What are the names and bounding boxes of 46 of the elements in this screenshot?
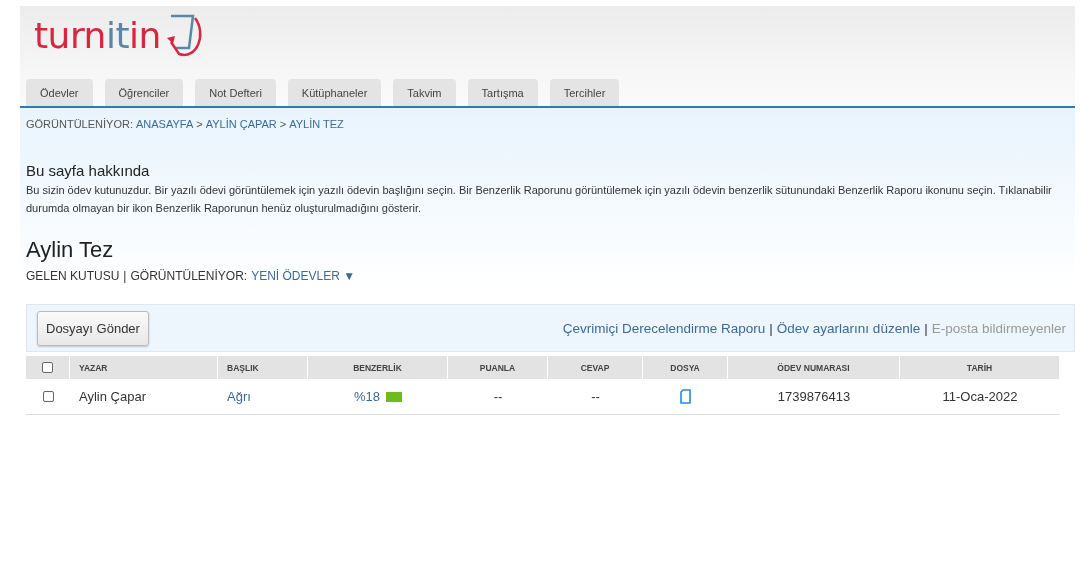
select-all-checkbox[interactable] bbox=[42, 362, 53, 373]
inbox-label: GELEN KUTUSU bbox=[26, 269, 120, 283]
nav-tab[interactable]: Ödevler bbox=[26, 79, 93, 106]
breadcrumb-link[interactable]: AYLİN ÇAPAR bbox=[205, 118, 277, 130]
column-header: BAŞLIK bbox=[218, 356, 308, 379]
column-header: ÖDEV NUMARASI bbox=[728, 356, 900, 379]
similarity-link[interactable]: %18 bbox=[354, 389, 380, 404]
file-icon[interactable] bbox=[680, 389, 691, 404]
logo-text: turn bbox=[34, 15, 106, 56]
viewing-dropdown[interactable]: YENİ ÖDEVLER ▼ bbox=[251, 269, 356, 283]
nav-tab[interactable]: Tercihler bbox=[549, 79, 620, 106]
nav-tab[interactable]: Kütüphaneler bbox=[287, 79, 382, 106]
viewing-label: GÖRÜNTÜLENİYOR: bbox=[130, 269, 248, 283]
breadcrumb-separator: > bbox=[196, 118, 203, 130]
link-separator: | bbox=[924, 321, 928, 336]
separator: | bbox=[123, 269, 127, 283]
logo-text: in bbox=[129, 15, 161, 56]
nav-tab[interactable]: Takvim bbox=[393, 79, 456, 106]
toolbar-link[interactable]: Çevrimiçi Derecelendirme Raporu bbox=[562, 321, 766, 336]
breadcrumb-link[interactable]: AYLİN TEZ bbox=[289, 118, 344, 130]
link-separator: | bbox=[769, 321, 773, 336]
breadcrumb-separator: > bbox=[279, 118, 287, 130]
nav-tab[interactable]: Not Defteri bbox=[195, 79, 276, 106]
submit-file-button[interactable]: Dosyayı Gönder bbox=[37, 311, 149, 346]
nav-tab[interactable]: Öğrenciler bbox=[104, 79, 184, 106]
table-cell: -- bbox=[548, 379, 643, 415]
about-title: Bu sayfa hakkında bbox=[26, 162, 151, 179]
table-cell: Aylin Çapar bbox=[70, 379, 218, 415]
breadcrumb-link[interactable]: ANASAYFA bbox=[135, 118, 194, 130]
breadcrumb-label: GÖRÜNTÜLENİYOR: bbox=[26, 118, 133, 130]
column-header: YAZAR bbox=[70, 356, 218, 379]
nav-tab[interactable]: Tartışma bbox=[467, 79, 538, 106]
table-cell: 11-Oca-2022 bbox=[900, 379, 1060, 415]
column-header: TARİH bbox=[900, 356, 1060, 379]
column-header: PUANLA bbox=[448, 356, 548, 379]
row-checkbox[interactable] bbox=[42, 391, 54, 402]
assignment-title: Aylin Tez bbox=[26, 237, 115, 263]
paper-title-link[interactable]: Ağrı bbox=[227, 389, 251, 404]
toolbar-link[interactable]: Ödev ayarlarını düzenle bbox=[776, 321, 921, 336]
column-header: CEVAP bbox=[548, 356, 643, 379]
column-header: DOSYA bbox=[643, 356, 728, 379]
table-cell: 1739876413 bbox=[728, 379, 900, 415]
column-header: BENZERLİK bbox=[308, 356, 448, 379]
logo-text: it bbox=[105, 15, 130, 56]
about-text: Bu sizin ödev kutunuzdur. Bir yazılı ödevi görüntülemek için yazılı ödevin başlığını seçin. Bir Benzerlik Raporunu görüntülemek için yazılı ödevin benzerlik sütunundaki Benzerlik Raporu ikonunu seçin. Tıklanabilir durumda olmayan bir ikon Benzerlik Raporunun henüz oluşturulmadığını gösterir. bbox=[26, 183, 1053, 216]
table-cell: -- bbox=[448, 379, 548, 415]
